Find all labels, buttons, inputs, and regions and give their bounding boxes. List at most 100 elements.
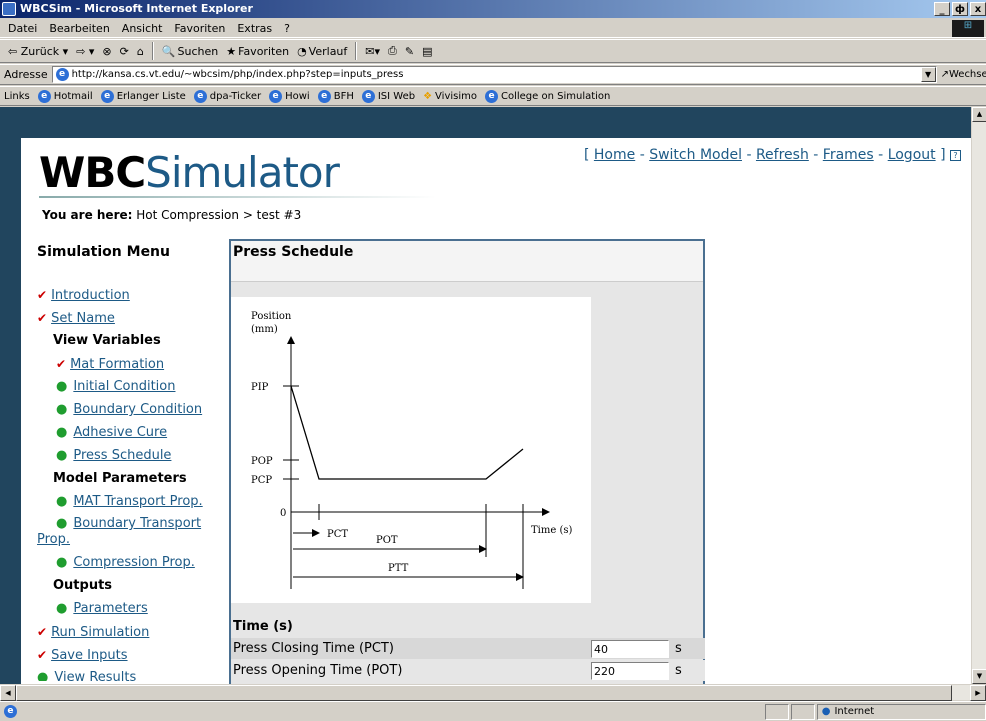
address-dropdown-icon[interactable]: ▼ [920,67,936,82]
vivisimo-icon: ❖ [423,90,433,102]
home-icon[interactable]: ⌂ [137,45,144,58]
history-label: Verlauf [308,44,348,58]
refresh-link[interactable]: Refresh [756,147,809,163]
go-button[interactable]: ↗Wechseln zu [941,69,986,80]
bullet-icon: ● [37,670,49,681]
section-view-variables: View Variables [53,333,161,348]
menu-item-mat-formation: ✔ Mat Formation [37,355,227,378]
menu-datei[interactable]: Datei [8,22,37,35]
menu-help[interactable]: ? [284,22,290,35]
toolbar-separator [151,42,154,60]
favorites-button[interactable]: ★ Favoriten [226,45,289,58]
scroll-right-icon[interactable]: ▶ [970,685,986,701]
menu-bearbeiten[interactable]: Bearbeiten [49,22,109,35]
address-url: http://kansa.cs.vt.edu/~wbcsim/php/index… [71,69,404,80]
search-button[interactable]: 🔍 Suchen [162,45,218,58]
address-bar: Adresse e http://kansa.cs.vt.edu/~wbcsim… [0,64,986,85]
menu-item-set-name: ✔ Set Name [37,309,227,332]
bullet-icon: ● [56,379,68,394]
stop-icon[interactable]: ⊗ [102,45,111,58]
logo-underline [39,196,436,198]
menu-favoriten[interactable]: Favoriten [174,22,225,35]
home-link[interactable]: Home [594,147,635,163]
link-bfh[interactable]: e BFH [317,89,354,103]
menu-link[interactable]: Set Name [51,311,115,326]
pot-unit: s [675,663,682,678]
menu-item-mat-transport: ● MAT Transport Prop. [37,493,227,516]
pot-row: Press Opening Time (POT) s [231,660,705,681]
menu-link[interactable]: Save Inputs [51,648,127,663]
scroll-down-icon[interactable]: ▼ [972,669,986,684]
menu-link[interactable]: Adhesive Cure [73,425,167,440]
address-label: Adresse [4,68,48,81]
breadcrumb-label: You are here: [42,208,133,222]
status-page-icon: e [4,705,17,718]
link-erlanger-liste[interactable]: e Erlanger Liste [100,89,186,103]
menu-link[interactable]: Compression Prop. [73,555,195,570]
print-icon[interactable]: ⎙ [388,44,397,58]
scroll-left-icon[interactable]: ◀ [0,685,16,701]
ie-app-icon [2,2,16,16]
edit-icon[interactable]: ✎ [405,45,414,58]
link-isi-web[interactable]: e ISI Web [361,89,415,103]
menu-link[interactable]: Press Schedule [73,448,171,463]
minimize-button[interactable]: _ [934,2,950,16]
label-pct: PCT [327,529,348,540]
logout-link[interactable]: Logout [888,147,936,163]
link-college-on-simulation[interactable]: e College on Simulation [485,89,610,103]
ie-page-icon: e [269,89,283,103]
back-button[interactable]: ⇦ Zurück ▾ [8,45,68,58]
switch-model-link[interactable]: Switch Model [649,147,742,163]
menu-link[interactable]: View Results [54,670,136,681]
mail-icon[interactable]: ✉▾ [365,45,380,58]
vertical-scrollbar[interactable]: ▲ ▼ [971,107,986,684]
pot-input[interactable] [591,662,669,680]
link-hotmail[interactable]: e Hotmail [37,89,93,103]
help-icon[interactable]: ? [950,149,961,161]
toolbar-separator [355,42,358,60]
diagram-svg: Position (mm) PIP POP PCP 0 PCT POT PTT … [251,311,572,589]
pct-input[interactable] [591,640,669,658]
label-pip: PIP [251,382,269,393]
menu-link[interactable]: Introduction [51,288,130,303]
menu-extras[interactable]: Extras [237,22,272,35]
link-label: BFH [333,90,354,102]
menu-link[interactable]: Boundary Condition [73,402,202,417]
scroll-up-icon[interactable]: ▲ [972,107,986,122]
menu-link[interactable]: Run Simulation [51,625,149,640]
simulation-menu: Simulation Menu ✔ Introduction ✔ Set Name … [37,244,227,681]
forward-button[interactable]: ⇨ ▾ [76,45,94,58]
menu-link[interactable]: Parameters [73,601,147,616]
links-bar: Links e Hotmail e Erlanger Liste e dpa-Tick… [0,86,986,106]
address-input[interactable]: e http://kansa.cs.vt.edu/~wbcsim/php/ind… [51,66,937,83]
refresh-icon[interactable]: ⟳ [120,45,129,58]
windows-logo-icon: ⊞ [952,20,984,37]
favorites-label: Favoriten [238,44,290,58]
horizontal-scroll-thumb[interactable] [16,685,952,701]
menu-ansicht[interactable]: Ansicht [122,22,163,35]
title-bar: WBCSim - Microsoft Internet Explorer _ ф… [0,0,986,18]
menu-item-run-simulation: ✔ Run Simulation [37,623,227,646]
pct-row: Press Closing Time (PCT) s [231,638,705,659]
ie-page-icon: e [485,89,498,103]
discuss-icon[interactable]: ▤ [422,45,432,58]
history-button[interactable]: ◔ Verlauf [297,45,347,58]
menu-link[interactable]: Initial Condition [73,379,175,394]
label-ptt: PTT [388,563,409,574]
y-label-unit: (mm) [251,324,278,335]
search-label: Suchen [177,44,219,58]
link-dpa-ticker[interactable]: e dpa-Ticker [193,89,261,103]
bullet-icon: ● [56,448,68,463]
frames-link[interactable]: Frames [823,147,874,163]
menu-link[interactable]: MAT Transport Prop. [73,494,202,509]
check-icon: ✔ [37,648,48,662]
link-howi[interactable]: e Howi [269,89,310,103]
label-pot: POT [376,535,398,546]
close-button[interactable]: x [970,2,986,16]
link-vivisimo[interactable]: ❖ Vivisimo [423,91,477,102]
horizontal-scrollbar[interactable]: ◀ ▶ [0,684,986,701]
maximize-button[interactable]: ф [952,2,968,16]
check-icon: ✔ [37,625,48,639]
menu-link[interactable]: Mat Formation [70,357,164,372]
pot-label: Press Opening Time (POT) [233,663,403,678]
